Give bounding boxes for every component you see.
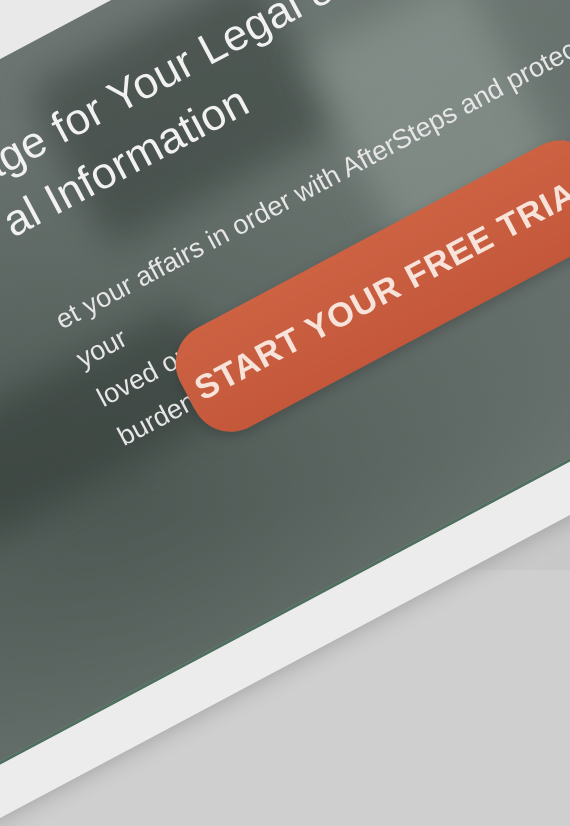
hero-section: age for Your Legal & al Information et y… bbox=[0, 0, 570, 785]
web-page: age for Your Legal & al Information et y… bbox=[0, 0, 570, 826]
mockup-background: age for Your Legal & al Information et y… bbox=[0, 0, 570, 826]
